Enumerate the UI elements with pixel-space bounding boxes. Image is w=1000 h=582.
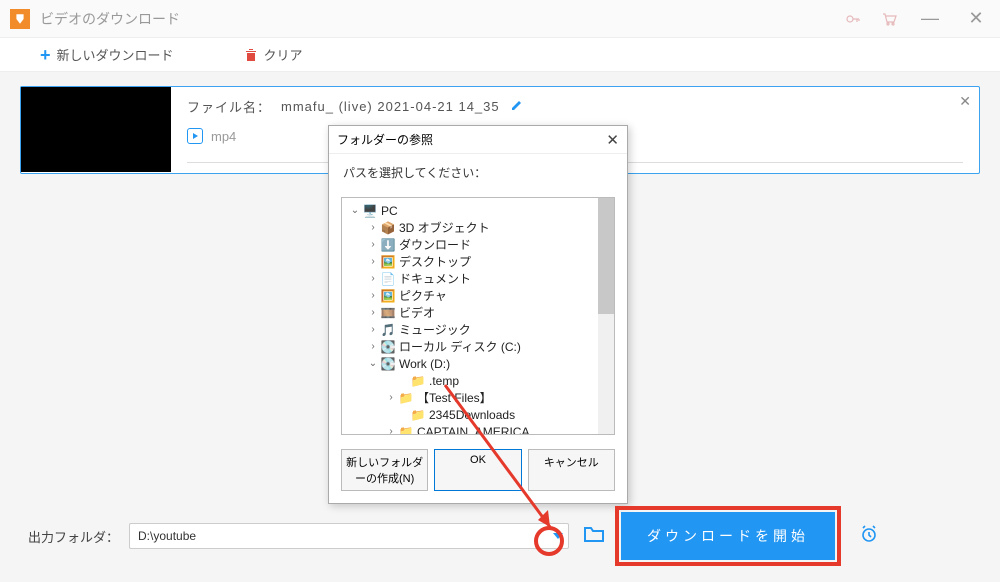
new-download-button[interactable]: + 新しいダウンロード: [40, 45, 174, 64]
pc-icon: 🖥️: [362, 204, 378, 218]
chevron-right-icon[interactable]: ›: [366, 290, 380, 301]
folder-tree[interactable]: ⌄🖥️PC ›📦3D オブジェクト ›⬇️ダウンロード ›🖼️デスクトップ ›📄…: [341, 197, 615, 435]
app-icon: [10, 9, 30, 29]
chevron-right-icon[interactable]: ›: [366, 341, 380, 352]
chevron-right-icon[interactable]: ›: [366, 307, 380, 318]
caret-down-icon: [553, 533, 563, 539]
minimize-button[interactable]: —: [916, 8, 944, 29]
folder-icon: 📁: [398, 425, 414, 436]
new-download-label: 新しいダウンロード: [57, 45, 174, 64]
tree-node-pc[interactable]: ⌄🖥️PC: [342, 202, 614, 219]
tree-node-pictures[interactable]: ›🖼️ピクチャ: [342, 287, 614, 304]
titlebar: ビデオのダウンロード — ✕: [0, 0, 1000, 38]
chevron-right-icon[interactable]: ›: [366, 324, 380, 335]
tree-node-captain[interactable]: ›📁CAPTAIN_AMERICA: [342, 423, 614, 435]
browse-folder-button[interactable]: [583, 525, 605, 548]
chevron-right-icon[interactable]: ›: [384, 426, 398, 435]
documents-icon: 📄: [380, 272, 396, 286]
clear-button[interactable]: クリア: [244, 45, 303, 64]
start-download-button[interactable]: ダウンロードを開始: [621, 512, 835, 560]
folder-icon: 📁: [410, 374, 426, 388]
objects3d-icon: 📦: [380, 221, 396, 235]
format-icon: [187, 128, 203, 144]
tree-node-videos[interactable]: ›🎞️ビデオ: [342, 304, 614, 321]
remove-item-button[interactable]: ✕: [959, 93, 971, 110]
plus-icon: +: [40, 46, 51, 64]
close-button[interactable]: ✕: [962, 8, 990, 29]
cancel-button[interactable]: キャンセル: [528, 449, 615, 491]
bottombar: 出力フォルダ： ダウンロードを開始: [0, 506, 1000, 566]
format-value: mp4: [211, 129, 236, 144]
tree-node-3dobjects[interactable]: ›📦3D オブジェクト: [342, 219, 614, 236]
ok-button[interactable]: OK: [434, 449, 521, 491]
scrollbar-thumb[interactable]: [598, 198, 614, 314]
trash-icon: [244, 48, 258, 62]
tree-node-testfiles[interactable]: ›📁【Test Files】: [342, 389, 614, 406]
thumbnail: [21, 87, 171, 172]
toolbar: + 新しいダウンロード クリア: [0, 38, 1000, 72]
dialog-titlebar: フォルダーの参照 ✕: [329, 126, 627, 154]
output-path-field[interactable]: [129, 523, 569, 549]
music-icon: 🎵: [380, 323, 396, 337]
disk-icon: 💽: [380, 357, 396, 371]
tree-node-documents[interactable]: ›📄ドキュメント: [342, 270, 614, 287]
tree-node-music[interactable]: ›🎵ミュージック: [342, 321, 614, 338]
schedule-button[interactable]: [859, 524, 879, 549]
clear-label: クリア: [264, 45, 303, 64]
tree-node-desktop[interactable]: ›🖼️デスクトップ: [342, 253, 614, 270]
dialog-close-button[interactable]: ✕: [606, 131, 619, 149]
folder-icon: 📁: [410, 408, 426, 422]
tree-node-2345[interactable]: 📁2345Downloads: [342, 406, 614, 423]
tree-node-downloads[interactable]: ›⬇️ダウンロード: [342, 236, 614, 253]
downloads-icon: ⬇️: [380, 238, 396, 252]
edit-filename-button[interactable]: [510, 98, 524, 115]
annotation-highlight-box: ダウンロードを開始: [615, 506, 841, 566]
cart-icon[interactable]: [880, 10, 898, 28]
disk-icon: 💽: [380, 340, 396, 354]
app-title: ビデオのダウンロード: [40, 9, 180, 29]
pictures-icon: 🖼️: [380, 289, 396, 303]
folder-browse-dialog: フォルダーの参照 ✕ パスを選択してください： ⌄🖥️PC ›📦3D オブジェク…: [328, 125, 628, 504]
path-dropdown-button[interactable]: [548, 524, 568, 548]
chevron-down-icon[interactable]: ⌄: [366, 358, 380, 369]
tree-node-work-d[interactable]: ⌄💽Work (D:): [342, 355, 614, 372]
chevron-right-icon[interactable]: ›: [366, 239, 380, 250]
filename-value: mmafu_ (live) 2021-04-21 14_35: [281, 99, 500, 114]
tree-node-temp[interactable]: 📁.temp: [342, 372, 614, 389]
new-folder-button[interactable]: 新しいフォルダーの作成(N): [341, 449, 428, 491]
desktop-icon: 🖼️: [380, 255, 396, 269]
key-icon[interactable]: [844, 10, 862, 28]
dialog-subtitle: パスを選択してください：: [329, 154, 627, 191]
folder-icon: 📁: [398, 391, 414, 405]
filename-label: ファイル名：: [187, 97, 271, 116]
dialog-title-text: フォルダーの参照: [337, 131, 433, 148]
chevron-right-icon[interactable]: ›: [366, 222, 380, 233]
chevron-right-icon[interactable]: ›: [384, 392, 398, 403]
videos-icon: 🎞️: [380, 306, 396, 320]
chevron-right-icon[interactable]: ›: [366, 273, 380, 284]
output-folder-label: 出力フォルダ：: [28, 527, 119, 546]
tree-node-local-c[interactable]: ›💽ローカル ディスク (C:): [342, 338, 614, 355]
output-path-input[interactable]: [130, 529, 548, 543]
chevron-right-icon[interactable]: ›: [366, 256, 380, 267]
chevron-down-icon[interactable]: ⌄: [348, 205, 362, 216]
